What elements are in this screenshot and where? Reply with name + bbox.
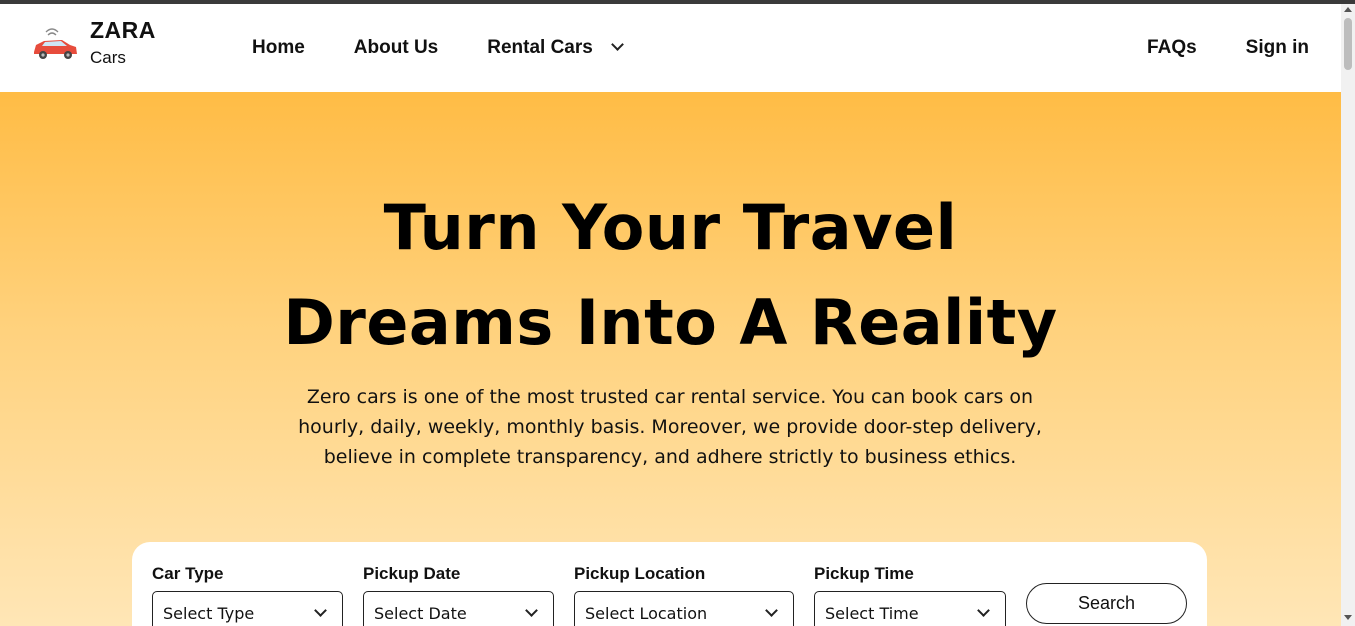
nav-home[interactable]: Home	[252, 37, 305, 59]
chevron-down-icon	[977, 604, 990, 617]
car-type-field: Car Type Select Type	[152, 564, 343, 626]
nav-rental-cars-label: Rental Cars	[487, 37, 593, 58]
brand-subtitle: Cars	[90, 48, 126, 67]
car-type-select[interactable]: Select Type	[152, 591, 343, 626]
chevron-down-icon	[610, 38, 624, 51]
pickup-time-value: Select Time	[825, 604, 919, 623]
nav-faqs[interactable]: FAQs	[1147, 37, 1197, 59]
site-header: ZARA Cars Home About Us Rental Cars FAQs…	[0, 4, 1341, 92]
pickup-time-select[interactable]: Select Time	[814, 591, 1006, 626]
account-nav: FAQs Sign in	[1098, 4, 1309, 92]
pickup-location-label: Pickup Location	[574, 564, 706, 583]
main-nav: Home About Us Rental Cars	[252, 4, 671, 92]
scrollbar-thumb[interactable]	[1344, 18, 1352, 70]
hero-description-line-1: Zero cars is one of the most trusted car…	[306, 386, 1034, 408]
scroll-up-arrow-icon[interactable]	[1344, 7, 1352, 12]
nav-sign-in[interactable]: Sign in	[1246, 37, 1309, 59]
nav-rental-cars[interactable]: Rental Cars	[487, 37, 624, 59]
chevron-down-icon	[314, 604, 327, 617]
pickup-time-label: Pickup Time	[814, 564, 914, 583]
pickup-location-value: Select Location	[585, 604, 708, 623]
pickup-date-select[interactable]: Select Date	[363, 591, 554, 626]
chevron-down-icon	[765, 604, 778, 617]
chevron-down-icon	[525, 604, 538, 617]
pickup-location-field: Pickup Location Select Location	[574, 564, 794, 626]
brand-name: ZARA	[90, 17, 156, 43]
car-type-value: Select Type	[163, 604, 255, 623]
car-icon	[34, 28, 77, 59]
pickup-date-value: Select Date	[374, 604, 467, 623]
search-button[interactable]: Search	[1026, 583, 1187, 624]
car-type-label: Car Type	[152, 564, 224, 583]
nav-about-us[interactable]: About Us	[354, 37, 438, 59]
hero-description-line-3: believe in complete transparency, and ad…	[323, 446, 1017, 468]
pickup-location-select[interactable]: Select Location	[574, 591, 794, 626]
page-scrollbar[interactable]	[1341, 4, 1355, 626]
scroll-down-arrow-icon[interactable]	[1344, 615, 1352, 620]
pickup-date-field: Pickup Date Select Date	[363, 564, 554, 626]
booking-search-card: Car Type Select Type Pickup Date Select …	[132, 542, 1207, 626]
hero-section: Turn Your Travel Dreams Into A Reality Z…	[0, 92, 1341, 626]
brand-logo[interactable]: ZARA Cars	[28, 16, 168, 76]
hero-title-line-1: Turn Your Travel	[383, 191, 958, 264]
pickup-time-field: Pickup Time Select Time	[814, 564, 1006, 626]
hero-title: Turn Your Travel Dreams Into A Reality	[0, 180, 1341, 370]
hero-title-line-2: Dreams Into A Reality	[283, 286, 1058, 359]
pickup-date-label: Pickup Date	[363, 564, 461, 583]
hero-description: Zero cars is one of the most trusted car…	[270, 382, 1070, 472]
hero-description-line-2: hourly, daily, weekly, monthly basis. Mo…	[298, 416, 1042, 438]
